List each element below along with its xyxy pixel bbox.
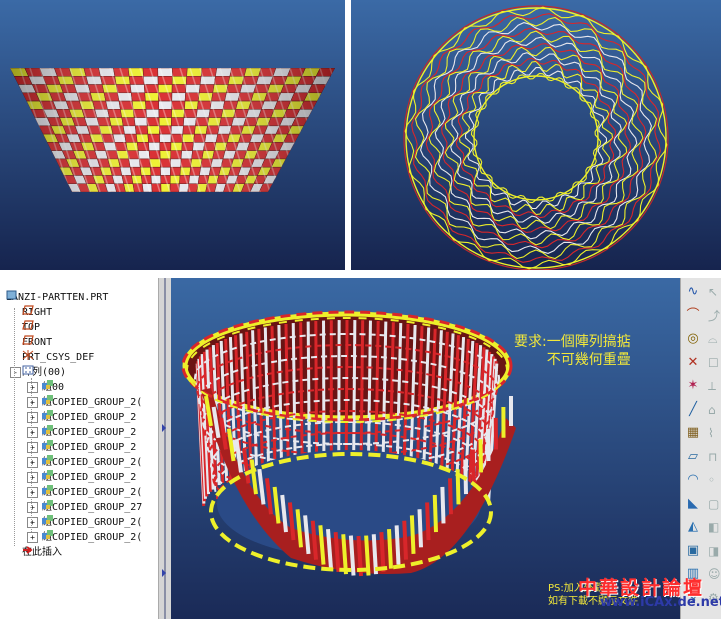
tree-expander[interactable]: + xyxy=(27,487,38,498)
axis-icon[interactable]: ╱ xyxy=(683,400,703,420)
toolbar-secondary-icon[interactable]: ☐ xyxy=(708,353,721,373)
tree-item-label: 組COPIED_GROUP_2( xyxy=(42,532,143,543)
toolbar-secondary-icon[interactable]: ↖ xyxy=(708,282,721,302)
tree-item[interactable]: LANZI-PARTTEN.PRT xyxy=(6,290,108,305)
sketch-curve-icon[interactable]: ∿ xyxy=(683,282,703,302)
model-tree: LANZI-PARTTEN.PRT RIGHT TOP FRONT PRT_CSYS_D… xyxy=(0,278,159,619)
toolbar-secondary-icon[interactable]: ⌓ xyxy=(708,329,721,349)
tree-expander[interactable]: + xyxy=(27,382,38,393)
draft-icon[interactable]: ◭ xyxy=(683,517,703,537)
tree-expander[interactable]: + xyxy=(27,502,38,513)
tree-expander[interactable]: + xyxy=(27,442,38,453)
toolbar-secondary-icon[interactable]: ⟂ xyxy=(708,376,721,396)
tree-item[interactable]: FRONT xyxy=(22,335,52,350)
pattern-icon[interactable]: ▦ xyxy=(683,423,703,443)
sweep-icon[interactable]: ⌒ xyxy=(683,306,703,326)
toolbar-secondary-icon[interactable]: ⌇ xyxy=(708,423,721,443)
collapse-arrow-icon[interactable] xyxy=(162,569,166,577)
feature-toolbar: ∿ ↖ ⌒ ⤴ ◎ ⌓ ✕ ☐ ✶ ⟂ ╱ ⌂ ▦ ⌇ ▱ ⊓ ◠ ◦ ◣ ▢ ◭ ◧ ▣ ◨ ▥ ☺ § ⚙ xyxy=(680,278,721,619)
point-icon[interactable]: ✶ xyxy=(683,376,703,396)
tree-item[interactable]: 組00 xyxy=(42,380,64,395)
basket-top-view xyxy=(351,0,721,270)
tree-item[interactable]: 組COPIED_GROUP_2( xyxy=(42,515,142,530)
tree-item-label: 組COPIED_GROUP_27 xyxy=(42,502,143,513)
tree-item[interactable]: 在此插入 xyxy=(22,545,62,560)
requirement-line-2: 不可幾何重疊 xyxy=(546,352,631,368)
requirement-note: 要求:一個陣列搞掂 不可幾何重疊 xyxy=(514,333,631,369)
tree-item-label: 組COPIED_GROUP_2( xyxy=(42,457,143,468)
basket-side-view xyxy=(0,0,345,270)
tree-item[interactable]: 組COPIED_GROUP_2 xyxy=(42,470,136,485)
tree-item-label: 組COPIED_GROUP_2 xyxy=(42,412,137,423)
toolbar-secondary-icon[interactable]: ⤴ xyxy=(708,306,721,326)
tree-item[interactable]: PRT_CSYS_DEF xyxy=(22,350,94,365)
forum-watermark: 中華設計論壇 www.iCAx.de.net xyxy=(578,573,721,617)
tree-expander[interactable]: + xyxy=(27,472,38,483)
tree-expander[interactable]: + xyxy=(27,397,38,408)
tree-item[interactable]: 陣列(00) xyxy=(22,365,66,380)
round-icon[interactable]: ◠ xyxy=(683,470,703,490)
tree-item[interactable]: 組COPIED_GROUP_2( xyxy=(42,530,142,545)
tree-expander[interactable]: + xyxy=(27,532,38,543)
tree-item[interactable]: RIGHT xyxy=(22,305,52,320)
datum-plane-icon[interactable]: ▱ xyxy=(683,447,703,467)
tree-item-label: 組COPIED_GROUP_2 xyxy=(42,442,137,453)
tree-item[interactable]: 組COPIED_GROUP_2( xyxy=(42,395,142,410)
tree-item[interactable]: 組COPIED_GROUP_2 xyxy=(42,440,136,455)
shell-icon[interactable]: ▣ xyxy=(683,541,703,561)
tree-item[interactable]: 組COPIED_GROUP_2 xyxy=(42,410,136,425)
toolbar-secondary-icon[interactable]: ⌂ xyxy=(708,400,721,420)
hole-icon[interactable]: ◎ xyxy=(683,329,703,349)
tree-expander[interactable]: + xyxy=(27,427,38,438)
basket-3d-render xyxy=(181,310,516,577)
requirement-line-1: 要求:一個陣列搞掂 xyxy=(514,334,631,350)
tree-item[interactable]: TOP xyxy=(22,320,40,335)
chamfer-icon[interactable]: ◣ xyxy=(683,494,703,514)
tree-expander[interactable]: + xyxy=(27,412,38,423)
tree-item[interactable]: 組COPIED_GROUP_27 xyxy=(42,500,142,515)
basket-top-render xyxy=(403,5,669,270)
toolbar-secondary-icon[interactable]: ◧ xyxy=(708,517,721,537)
toolbar-secondary-icon[interactable]: ⊓ xyxy=(708,447,721,467)
tree-item[interactable]: 組COPIED_GROUP_2( xyxy=(42,485,142,500)
basket-side-render xyxy=(10,68,335,192)
tree-expander[interactable]: + xyxy=(27,457,38,468)
tree-expander[interactable]: - xyxy=(10,367,21,378)
tree-expander[interactable]: + xyxy=(27,517,38,528)
toolbar-secondary-icon[interactable]: ◦ xyxy=(708,470,721,490)
toolbar-secondary-icon[interactable]: ◨ xyxy=(708,541,721,561)
tree-item[interactable]: 組COPIED_GROUP_2 xyxy=(42,425,136,440)
tree-item-label: 組COPIED_GROUP_2 xyxy=(42,427,137,438)
collapse-arrow-icon[interactable] xyxy=(162,424,166,432)
tree-item-label: 組COPIED_GROUP_2( xyxy=(42,487,143,498)
watermark-url: www.iCAx.de.net xyxy=(600,595,721,610)
csys-icon[interactable]: ✕ xyxy=(683,353,703,373)
sash-divider[interactable] xyxy=(158,278,172,619)
toolbar-secondary-icon[interactable]: ▢ xyxy=(708,494,721,514)
tree-item-label: 組COPIED_GROUP_2( xyxy=(42,397,143,408)
graphics-viewport[interactable] xyxy=(171,278,680,619)
tree-item-label: 組COPIED_GROUP_2( xyxy=(42,517,143,528)
tree-item[interactable]: 組COPIED_GROUP_2( xyxy=(42,455,142,470)
tree-item-label: LANZI-PARTTEN.PRT xyxy=(6,292,109,303)
tree-item-label: 組COPIED_GROUP_2 xyxy=(42,472,137,483)
